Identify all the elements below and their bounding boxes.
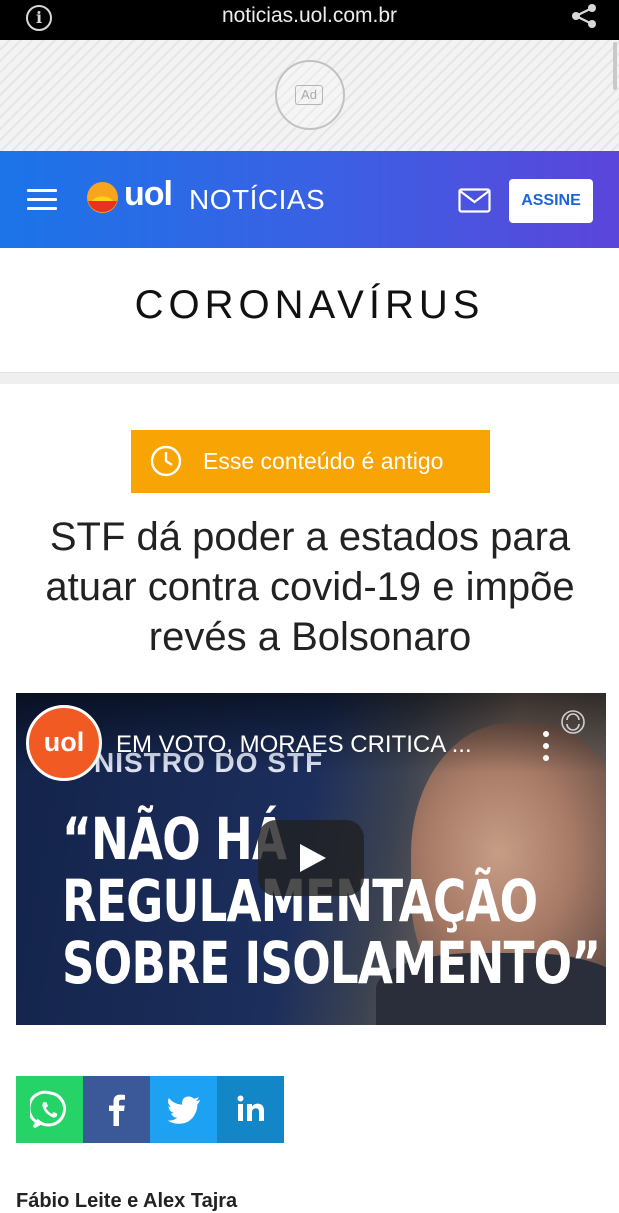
ad-banner[interactable]: Ad (0, 40, 619, 151)
channel-logo-text: uol (43, 727, 85, 757)
share-bar (16, 1076, 284, 1143)
linkedin-icon (237, 1095, 264, 1121)
logo-wordmark: uol (124, 175, 173, 213)
article-headline: STF dá poder a estados para atuar contra… (45, 515, 575, 659)
site-header: uol NOTÍCIAS ASSINE (0, 151, 619, 248)
browser-top-bar: i noticias.uol.com.br (0, 0, 619, 40)
share-twitter-button[interactable] (150, 1076, 217, 1143)
scrollbar-thumb[interactable] (613, 42, 617, 90)
share-linkedin-button[interactable] (217, 1076, 284, 1143)
clock-icon (150, 445, 182, 477)
mail-icon[interactable] (458, 188, 491, 213)
whatsapp-icon (30, 1090, 66, 1129)
url-text[interactable]: noticias.uol.com.br (0, 4, 619, 28)
old-content-notice: Esse conteúdo é antigo (131, 430, 490, 493)
quote-line-3: SOBRE ISOLAMENTO” (62, 929, 601, 997)
watch-later-icon[interactable] (560, 709, 586, 735)
section-title[interactable]: CORONAVÍRUS (0, 283, 619, 328)
twitter-icon (167, 1096, 200, 1124)
section-divider (0, 372, 619, 384)
channel-logo[interactable]: uol (26, 705, 102, 781)
share-whatsapp-button[interactable] (16, 1076, 83, 1143)
menu-icon[interactable] (27, 189, 57, 211)
header-section-name[interactable]: NOTÍCIAS (189, 184, 325, 216)
old-content-text: Esse conteúdo é antigo (203, 448, 444, 474)
video-player[interactable]: NISTRO DO STF uol EM VOTO, MORAES CRITIC… (16, 693, 606, 1025)
play-button[interactable] (258, 820, 364, 896)
article-byline: Fábio Leite e Alex Tajra (16, 1190, 238, 1212)
subscribe-button[interactable]: ASSINE (509, 179, 593, 223)
share-facebook-button[interactable] (83, 1076, 150, 1143)
uol-sun-icon (87, 182, 118, 213)
share-icon[interactable] (570, 3, 598, 29)
more-options-icon[interactable] (542, 731, 550, 761)
play-icon (300, 844, 326, 872)
facebook-icon (109, 1094, 125, 1126)
video-title[interactable]: EM VOTO, MORAES CRITICA ... (116, 731, 472, 759)
ad-label: Ad (295, 85, 323, 105)
